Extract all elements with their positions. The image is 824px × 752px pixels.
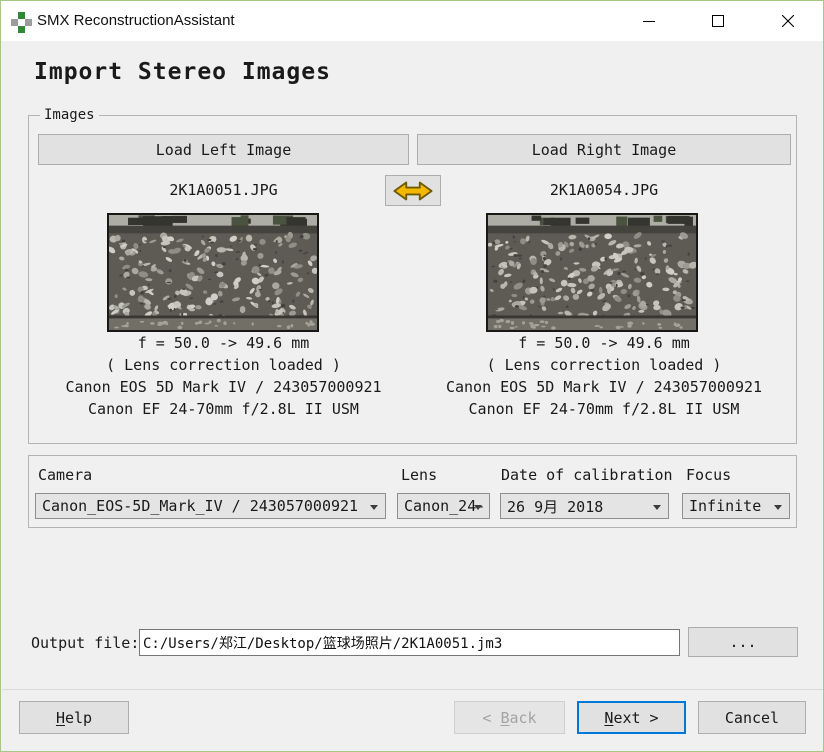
left-image-filename: 2K1A0051.JPG <box>38 181 409 199</box>
date-of-calibration-label: Date of calibration <box>501 466 673 484</box>
maximize-icon <box>712 15 724 27</box>
output-file-input[interactable] <box>139 629 680 656</box>
right-lens-correction-status: ( Lens correction loaded ) <box>417 354 791 376</box>
help-button[interactable]: Help <box>19 701 129 734</box>
browse-button[interactable]: ... <box>688 627 798 657</box>
left-image-info: f = 50.0 -> 49.6 mm ( Lens correction lo… <box>38 332 409 420</box>
right-camera-model: Canon EOS 5D Mark IV / 243057000921 <box>417 376 791 398</box>
app-window: SMX ReconstructionAssistant Import Stere… <box>0 0 824 752</box>
window-title: SMX ReconstructionAssistant <box>37 12 235 29</box>
images-groupbox-label: Images <box>40 107 99 123</box>
lens-dropdown[interactable]: Canon_24- <box>397 493 490 519</box>
titlebar: SMX ReconstructionAssistant <box>1 1 823 41</box>
orange-double-arrow-icon <box>392 180 434 202</box>
right-focal-length: f = 50.0 -> 49.6 mm <box>417 332 791 354</box>
focus-dropdown[interactable]: Infinite <box>682 493 790 519</box>
next-button[interactable]: Next > <box>577 701 686 734</box>
footer-divider <box>2 689 824 690</box>
maximize-button[interactable] <box>695 1 741 41</box>
date-dropdown-value: 26 9月 2018 <box>507 496 603 517</box>
chevron-down-icon <box>370 505 378 510</box>
right-image-filename: 2K1A0054.JPG <box>417 181 791 199</box>
date-of-calibration-dropdown[interactable]: 26 9月 2018 <box>500 493 669 519</box>
camera-dropdown-value: Canon_EOS-5D_Mark_IV / 243057000921 <box>42 497 358 515</box>
chevron-down-icon <box>774 505 782 510</box>
left-camera-model: Canon EOS 5D Mark IV / 243057000921 <box>38 376 409 398</box>
focus-label: Focus <box>686 466 731 484</box>
right-image-thumbnail <box>486 213 698 332</box>
left-lens-model: Canon EF 24-70mm f/2.8L II USM <box>38 398 409 420</box>
images-groupbox: Images Load Left Image Load Right Image … <box>28 115 797 444</box>
focus-dropdown-value: Infinite <box>689 497 761 515</box>
close-icon <box>782 15 794 27</box>
back-button: < Back <box>454 701 565 734</box>
chevron-down-icon <box>474 505 482 510</box>
output-file-label: Output file: <box>31 634 139 652</box>
camera-dropdown[interactable]: Canon_EOS-5D_Mark_IV / 243057000921 <box>35 493 386 519</box>
right-image-info: f = 50.0 -> 49.6 mm ( Lens correction lo… <box>417 332 791 420</box>
minimize-icon <box>643 15 655 27</box>
left-focal-length: f = 50.0 -> 49.6 mm <box>38 332 409 354</box>
lens-label: Lens <box>401 466 437 484</box>
load-left-image-button[interactable]: Load Left Image <box>38 134 409 165</box>
swap-images-button[interactable] <box>385 175 441 206</box>
calibration-groupbox: Camera Lens Date of calibration Focus Ca… <box>28 455 797 528</box>
minimize-button[interactable] <box>626 1 672 41</box>
camera-label: Camera <box>38 466 92 484</box>
chevron-down-icon <box>653 505 661 510</box>
app-icon <box>11 12 32 33</box>
cancel-button[interactable]: Cancel <box>698 701 806 734</box>
left-image-thumbnail <box>107 213 319 332</box>
page-title: Import Stereo Images <box>34 59 331 85</box>
load-right-image-button[interactable]: Load Right Image <box>417 134 791 165</box>
close-button[interactable] <box>765 1 811 41</box>
left-lens-correction-status: ( Lens correction loaded ) <box>38 354 409 376</box>
right-lens-model: Canon EF 24-70mm f/2.8L II USM <box>417 398 791 420</box>
